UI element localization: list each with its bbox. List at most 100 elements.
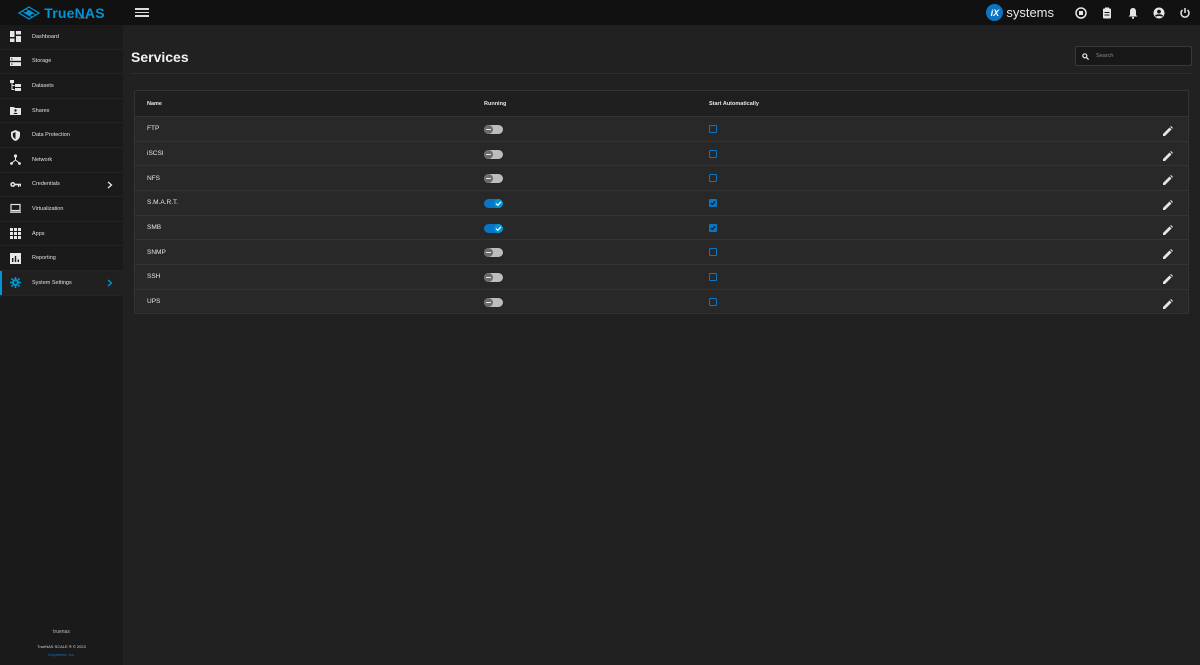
edit-button[interactable] bbox=[1162, 173, 1173, 186]
pencil-icon bbox=[1163, 175, 1173, 186]
start-automatically-checkbox[interactable] bbox=[709, 149, 717, 158]
start-automatically-checkbox[interactable] bbox=[709, 273, 717, 282]
pencil-icon bbox=[1163, 200, 1173, 211]
hamburger-icon bbox=[135, 8, 149, 10]
start-automatically-checkbox[interactable] bbox=[709, 223, 717, 232]
ix-wordmark: systems bbox=[1006, 5, 1054, 20]
sidebar-item-label: Virtualization bbox=[32, 205, 64, 212]
check-icon bbox=[494, 223, 503, 233]
start-automatically-checkbox[interactable] bbox=[709, 174, 717, 183]
edit-button[interactable] bbox=[1162, 198, 1173, 211]
sidebar-item-storage[interactable]: Storage bbox=[0, 50, 123, 75]
running-toggle[interactable] bbox=[484, 174, 503, 184]
search-box[interactable] bbox=[1075, 46, 1192, 66]
account-circle-icon[interactable] bbox=[1152, 6, 1166, 20]
sidebar-item-apps[interactable]: Apps bbox=[0, 222, 123, 247]
sidebar-item-label: Storage bbox=[32, 58, 52, 65]
sidebar-item-label: Datasets bbox=[32, 82, 54, 89]
minus-icon bbox=[484, 149, 493, 159]
service-name: SMB bbox=[147, 224, 162, 232]
table-row: NFS bbox=[135, 165, 1188, 190]
datasets-icon bbox=[10, 80, 21, 92]
sidebar-item-credentials[interactable]: Credentials bbox=[0, 173, 123, 198]
column-header-name[interactable]: Name bbox=[147, 101, 162, 107]
shares-icon bbox=[10, 105, 21, 116]
table-row: SSH bbox=[135, 264, 1188, 289]
edit-button[interactable] bbox=[1162, 149, 1173, 161]
start-automatically-checkbox[interactable] bbox=[709, 297, 717, 306]
search-input[interactable] bbox=[1096, 53, 1186, 59]
gear-icon bbox=[10, 277, 21, 289]
edit-button[interactable] bbox=[1162, 297, 1173, 309]
minus-icon bbox=[484, 174, 493, 184]
table-row: UPS bbox=[135, 288, 1188, 313]
start-automatically-checkbox[interactable] bbox=[709, 199, 717, 208]
running-toggle[interactable] bbox=[484, 273, 503, 283]
column-header-start-auto[interactable]: Start Automatically bbox=[709, 101, 759, 107]
power-icon[interactable] bbox=[1178, 6, 1192, 20]
table-row: S.M.A.R.T. bbox=[135, 190, 1188, 215]
pencil-icon bbox=[1163, 249, 1173, 260]
sidebar-item-datasets[interactable]: Datasets bbox=[0, 74, 123, 99]
service-name: SNMP bbox=[147, 248, 166, 256]
running-toggle[interactable] bbox=[484, 223, 503, 233]
service-name: iSCSI bbox=[147, 150, 164, 158]
company-link[interactable]: iXsystems, Inc. bbox=[0, 652, 123, 657]
clipboard-icon[interactable] bbox=[1100, 6, 1114, 20]
bell-icon[interactable] bbox=[1126, 6, 1140, 20]
table-body: FTP iSCSI NFS S.M.A.R.T. SMB SNMP SSH UPS bbox=[135, 116, 1188, 313]
sidebar-item-shares[interactable]: Shares bbox=[0, 99, 123, 124]
sidebar-item-reporting[interactable]: Reporting bbox=[0, 246, 123, 271]
running-toggle[interactable] bbox=[484, 199, 503, 209]
menu-toggle-button[interactable] bbox=[135, 7, 149, 19]
running-toggle[interactable] bbox=[484, 248, 503, 258]
running-toggle[interactable] bbox=[484, 125, 503, 134]
sidebar-item-network[interactable]: Network bbox=[0, 148, 123, 173]
sidebar-item-virtualization[interactable]: Virtualization bbox=[0, 197, 123, 222]
storage-icon bbox=[10, 56, 21, 67]
sidebar-item-label: Shares bbox=[32, 107, 50, 114]
top-bar: TrueNAS SCALE iX systems bbox=[0, 0, 1200, 25]
service-name: FTP bbox=[147, 125, 160, 133]
running-toggle[interactable] bbox=[484, 149, 503, 159]
minus-icon bbox=[484, 273, 493, 283]
start-automatically-checkbox[interactable] bbox=[709, 125, 717, 133]
edit-button[interactable] bbox=[1162, 223, 1173, 235]
table-row: SMB bbox=[135, 214, 1188, 240]
brand-subtitle: SCALE bbox=[78, 16, 88, 20]
main-content: Services Name Running Start Automaticall… bbox=[123, 25, 1200, 665]
truenas-logo[interactable]: TrueNAS SCALE bbox=[0, 0, 123, 25]
sidebar-item-label: System Settings bbox=[32, 279, 72, 286]
table-row: FTP bbox=[135, 116, 1188, 141]
sidebar-item-label: Credentials bbox=[32, 181, 60, 188]
pencil-icon bbox=[1163, 150, 1173, 161]
ixsystems-logo[interactable]: iX systems bbox=[986, 4, 1054, 21]
edit-button[interactable] bbox=[1162, 124, 1173, 136]
sidebar-item-dashboard[interactable]: Dashboard bbox=[0, 25, 123, 50]
edit-button[interactable] bbox=[1162, 247, 1173, 260]
column-header-running[interactable]: Running bbox=[484, 101, 506, 107]
running-toggle[interactable] bbox=[484, 297, 503, 307]
chevron-right-icon bbox=[107, 279, 113, 287]
truecommand-icon[interactable] bbox=[1074, 6, 1088, 20]
brand-name: TrueNAS bbox=[44, 4, 105, 21]
edit-button[interactable] bbox=[1162, 272, 1173, 285]
sidebar-item-label: Apps bbox=[32, 230, 45, 237]
sidebar-item-system-settings[interactable]: System Settings bbox=[0, 270, 123, 296]
check-icon bbox=[710, 201, 716, 206]
services-table: Name Running Start Automatically FTP iSCS… bbox=[134, 90, 1189, 314]
pencil-icon bbox=[1163, 298, 1173, 309]
table-row: SNMP bbox=[135, 239, 1188, 264]
start-automatically-checkbox[interactable] bbox=[709, 248, 717, 257]
sidebar-item-label: Reporting bbox=[32, 255, 56, 262]
network-icon bbox=[10, 154, 21, 166]
sidebar-item-data-protection[interactable]: Data Protection bbox=[0, 123, 123, 148]
pencil-icon bbox=[1163, 126, 1173, 136]
service-name: SSH bbox=[147, 273, 161, 281]
pencil-icon bbox=[1163, 224, 1173, 235]
service-name: UPS bbox=[147, 298, 161, 306]
table-header: Name Running Start Automatically bbox=[135, 91, 1188, 116]
key-icon bbox=[10, 179, 21, 190]
shield-icon bbox=[10, 129, 21, 141]
page-title: Services bbox=[131, 49, 189, 65]
